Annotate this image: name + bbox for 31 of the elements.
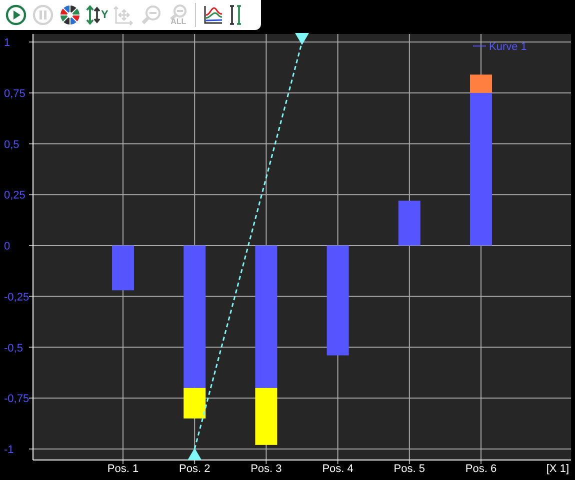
cursor-lines-icon [229,4,244,26]
color-wheel-icon [59,4,81,26]
icon-label: ALL [170,18,186,26]
y-tick-label: -0,25 [4,291,30,304]
vertical-arrows-icon [86,4,100,26]
cursor-line[interactable] [188,33,309,460]
y-tick-label: -0,75 [4,393,30,406]
y-tick-label: 0,75 [4,88,26,100]
icon-label: Y [101,9,108,21]
y-tick-label: -0,5 [4,342,23,354]
pause-icon [32,4,54,26]
play-icon [5,4,27,26]
legend-label: Kurve 1 [489,41,527,53]
x-tick-label: Pos. 2 [179,463,210,475]
x-axis-unit: [X 1] [546,463,569,475]
x-tick-label: Pos. 3 [250,463,282,475]
y-tick-label: 0 [4,240,10,252]
x-tick-label: Pos. 6 [465,463,497,475]
y-tick-label: 0,25 [4,190,26,202]
yscale-button[interactable]: Y [84,3,110,27]
x-tick-label: Pos. 1 [107,463,139,475]
zoom-out-icon [140,4,162,26]
y-tick-label: 1 [4,37,10,49]
y-tick-label: 0,5 [4,138,20,151]
y-tick-label: -1 [4,444,14,456]
play-button[interactable] [3,3,29,27]
x-tick-label: Pos. 5 [394,463,425,475]
x-tick-label: Pos. 4 [322,463,354,475]
zoom-out-icon [167,4,190,20]
curves-icon [202,4,224,26]
move-axes-icon [113,4,136,26]
